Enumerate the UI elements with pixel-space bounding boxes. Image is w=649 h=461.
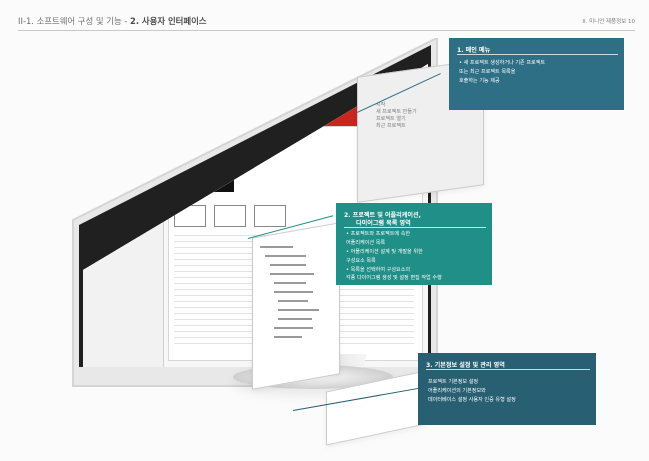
callout-title-line-2: 다이어그램 목록 영역	[356, 220, 411, 227]
callout-line: 구성요소 목록	[346, 257, 376, 264]
tree-lines	[260, 243, 319, 351]
callout-title: 3. 기본정보 설정 및 관리 영역	[426, 362, 505, 369]
callout-settings: 3. 기본정보 설정 및 관리 영역 프로젝트 기본정보 설정 어플리케이션의 …	[418, 353, 596, 425]
main-menu-list: 시작 새 프로젝트 만들기 프로젝트 열기 최근 프로젝트	[376, 102, 417, 130]
callout-line: 프로젝트와 프로젝트에 속한	[346, 231, 484, 239]
callout-line: 어플리케이션 설계 및 개발을 위한	[346, 249, 484, 257]
workspace-card	[214, 205, 246, 227]
page-number: II. 미니언 제품정보 10	[582, 19, 635, 25]
callout-divider	[426, 369, 590, 370]
callout-main-menu: 1. 메인 메뉴 새 프로젝트 생성하거나 기존 프로젝트 또는 최근 프로젝트…	[449, 38, 624, 110]
page-title-emphasis: 2. 사용자 인터페이스	[130, 16, 207, 26]
callout-line: 호출하는 기능 제공	[459, 77, 500, 84]
callout-line: 새 프로젝트 생성하거나 기존 프로젝트	[459, 60, 616, 68]
main-menu-item-new-project[interactable]: 새 프로젝트 만들기	[376, 109, 417, 116]
callout-body: 프로젝트와 프로젝트에 속한 어플리케이션 목록 어플리케이션 설계 및 개발을…	[346, 231, 484, 284]
callout-line: 어플리케이션의 기본정보와	[428, 387, 486, 394]
main-menu-item-start[interactable]: 시작	[376, 102, 417, 109]
page-header: II-1. 소프트웨어 구성 및 기능 - 2. 사용자 인터페이스 II. 미…	[18, 14, 635, 31]
callout-body: 새 프로젝트 생성하거나 기존 프로젝트 또는 최근 프로젝트 목록을 호출하는…	[459, 60, 616, 87]
page-title-prefix: II-1. 소프트웨어 구성 및 기능 -	[18, 16, 130, 26]
page-title: II-1. 소프트웨어 구성 및 기능 - 2. 사용자 인터페이스	[18, 15, 206, 27]
main-menu-item-recent-projects[interactable]: 최근 프로젝트	[376, 123, 417, 130]
workspace-card	[254, 205, 286, 227]
callout-line: 어플리케이션 목록	[346, 239, 386, 246]
callout-line: 데이터베이스 설정 사용자 인증 유형 설정	[428, 396, 516, 403]
callout-line: 프로젝트 기본정보 설정	[428, 379, 479, 385]
callout-divider	[344, 227, 486, 228]
callout-title: 1. 메인 메뉴	[457, 47, 491, 54]
callout-line: 목록을 선택하여 구성요소의	[346, 267, 484, 275]
page: II-1. 소프트웨어 구성 및 기능 - 2. 사용자 인터페이스 II. 미…	[0, 0, 649, 461]
callout-divider	[457, 54, 618, 55]
callout-line: 각종 다이어그램 생성 및 설정 편집 작업 수행	[346, 275, 442, 282]
callout-body: 프로젝트 기본정보 설정 어플리케이션의 기본정보와 데이터베이스 설정 사용자…	[428, 379, 588, 406]
main-menu-item-open-project[interactable]: 프로젝트 열기	[376, 116, 417, 123]
callout-line: 또는 최근 프로젝트 목록을	[459, 68, 516, 75]
callout-project-list: 2. 프로젝트 및 어플리케이션, 다이어그램 목록 영역 프로젝트와 프로젝트…	[336, 203, 492, 285]
